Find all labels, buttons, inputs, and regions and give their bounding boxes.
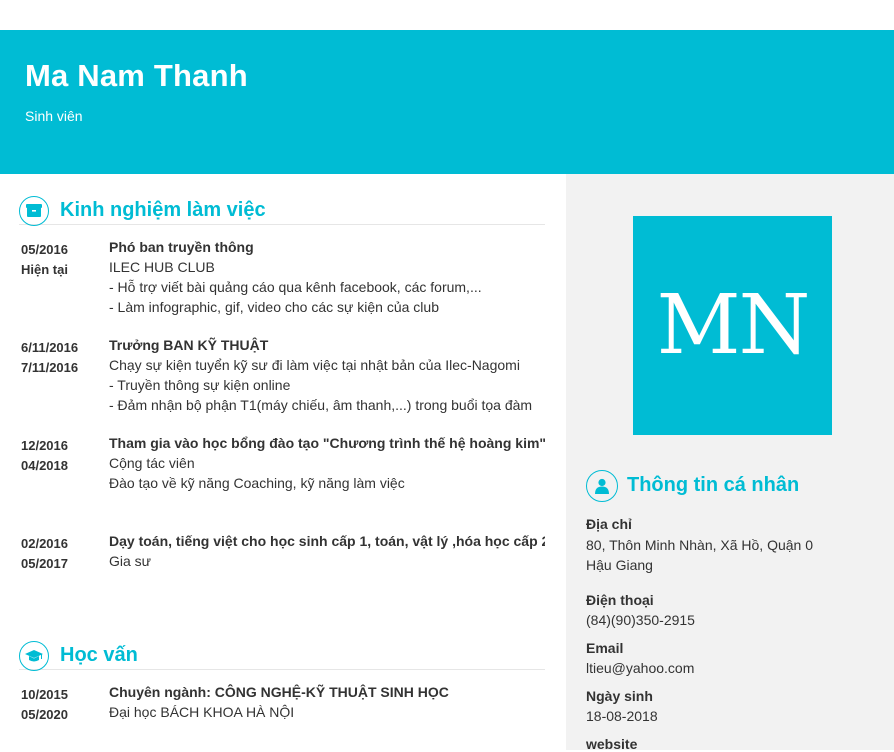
header-banner: Ma Nam Thanh Sinh viên: [0, 30, 894, 174]
entry-line: ILEC HUB CLUB: [109, 259, 215, 275]
avatar-initials: MN: [656, 278, 811, 373]
entry-position: Tham gia vào học bổng đào tạo "Chương tr…: [109, 435, 545, 451]
experience-title: Kinh nghiệm làm việc: [60, 199, 266, 221]
entry-line: Cộng tác viên: [109, 455, 195, 471]
entry-date-to: 7/11/2016: [21, 360, 79, 375]
entry-position: Trưởng BAN KỸ THUẬT: [109, 337, 269, 353]
entry-line: - Truyền thông sự kiện online: [109, 377, 291, 393]
entry-line: - Làm infographic, gif, video cho các sự…: [109, 299, 439, 315]
entry-date-to: Hiện tại: [21, 262, 68, 277]
email-value: ltieu@yahoo.com: [586, 660, 695, 676]
user-icon: [586, 470, 618, 502]
address-label: Địa chỉ: [586, 516, 632, 532]
entry-line: Chạy sự kiện tuyển kỹ sư đi làm việc tại…: [109, 357, 520, 373]
entry-line: Đại học BÁCH KHOA HÀ NỘI: [109, 704, 295, 720]
address-line-2: Hậu Giang: [586, 557, 653, 573]
candidate-name: Ma Nam Thanh: [25, 58, 248, 93]
education-title: Học vấn: [60, 644, 138, 666]
birthday-value: 18-08-2018: [586, 708, 658, 724]
entry-position: Chuyên ngành: CÔNG NGHỆ-KỸ THUẬT SINH HỌ…: [109, 684, 449, 700]
education-section-header: Học vấn: [19, 627, 545, 671]
email-label: Email: [586, 640, 624, 656]
phone-value: (84)(90)350-2915: [586, 612, 695, 628]
entry-date-to: 05/2017: [21, 556, 68, 571]
entry-line: - Hỗ trợ viết bài quảng cáo qua kênh fac…: [109, 279, 482, 295]
graduation-cap-icon: [19, 641, 49, 671]
entry-date-to: 05/2020: [21, 707, 68, 722]
birthday-label: Ngày sinh: [586, 688, 653, 704]
entry-position: Phó ban truyền thông: [109, 239, 254, 255]
experience-section-header: Kinh nghiệm làm việc: [19, 182, 545, 226]
personal-info-header: Thông tin cá nhân: [586, 468, 886, 504]
entry-date-from: 6/11/2016: [21, 340, 79, 355]
candidate-role: Sinh viên: [25, 108, 83, 124]
avatar: MN: [633, 216, 832, 435]
address-line-1: 80, Thôn Minh Nhàn, Xã Hồ, Quận 0: [586, 537, 813, 553]
entry-date-from: 10/2015: [21, 687, 68, 702]
entry-line: Đào tạo về kỹ năng Coaching, kỹ năng làm…: [109, 475, 405, 491]
entry-position: Dạy toán, tiếng việt cho học sinh cấp 1,…: [109, 533, 545, 549]
entry-date-to: 04/2018: [21, 458, 68, 473]
entry-date-from: 05/2016: [21, 242, 68, 257]
entry-line: - Đảm nhận bộ phận T1(máy chiếu, âm than…: [109, 397, 533, 413]
entry-line: Gia sư: [109, 553, 152, 569]
entry-date-from: 02/2016: [21, 536, 68, 551]
main-column: Kinh nghiệm làm việc 05/2016 Hiện tại Ph…: [0, 174, 566, 750]
entry-date-from: 12/2016: [21, 438, 68, 453]
briefcase-icon: [19, 196, 49, 226]
phone-label: Điện thoại: [586, 592, 654, 608]
personal-info-title: Thông tin cá nhân: [627, 474, 800, 496]
